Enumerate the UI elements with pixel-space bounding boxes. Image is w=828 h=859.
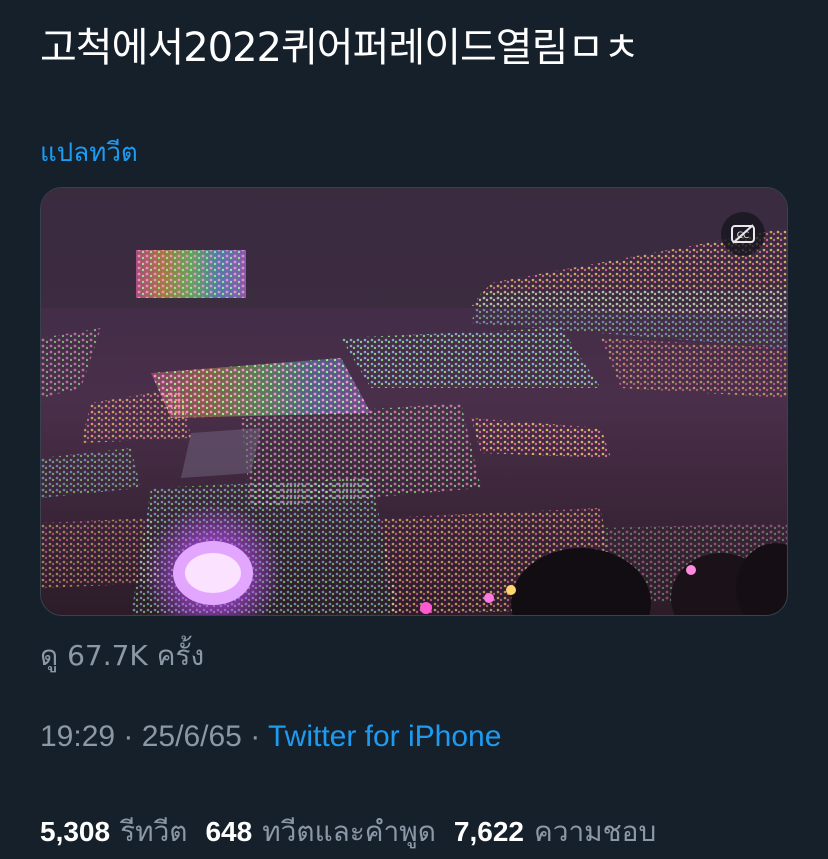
video-frame <box>41 188 787 615</box>
retweets-stat[interactable]: 5,308 รีทวีต <box>40 810 187 854</box>
translate-tweet-link[interactable]: แปลทวีต <box>40 132 138 173</box>
retweets-count: 5,308 <box>40 816 111 847</box>
quote-tweets-label: ทวีตและคำพูด <box>262 815 436 848</box>
likes-count: 7,622 <box>453 816 524 847</box>
quote-tweets-stat[interactable]: 648 ทวีตและคำพูด <box>205 810 435 854</box>
captions-toggle-button[interactable]: CC <box>721 212 765 256</box>
tweet-source-link[interactable]: Twitter for iPhone <box>268 720 501 753</box>
tweet-detail: 고척에서2022퀴어퍼레이드열림ㅁㅊ แปลทวีต CC ดู 67.7K ค… <box>0 0 828 859</box>
svg-text:CC: CC <box>737 231 750 241</box>
meta-separator: · <box>123 720 142 753</box>
likes-label: ความชอบ <box>533 815 657 848</box>
tweet-meta: 19:29 · 25/6/65 · Twitter for iPhone <box>40 720 501 754</box>
tweet-video[interactable]: CC <box>40 187 788 616</box>
captions-off-icon: CC <box>731 224 755 244</box>
tweet-stats: 5,308 รีทวีต 648 ทวีตและคำพูด 7,622 ความ… <box>40 810 674 854</box>
tweet-text: 고척에서2022퀴어퍼레이드열림ㅁㅊ <box>40 25 640 71</box>
tweet-time[interactable]: 19:29 <box>40 720 115 753</box>
tweet-date[interactable]: 25/6/65 <box>142 720 242 753</box>
meta-separator: · <box>250 720 268 753</box>
likes-stat[interactable]: 7,622 ความชอบ <box>454 810 656 854</box>
retweets-label: รีทวีต <box>120 815 188 848</box>
view-count: ดู 67.7K ครั้ง <box>40 639 205 672</box>
quote-tweets-count: 648 <box>205 816 253 847</box>
